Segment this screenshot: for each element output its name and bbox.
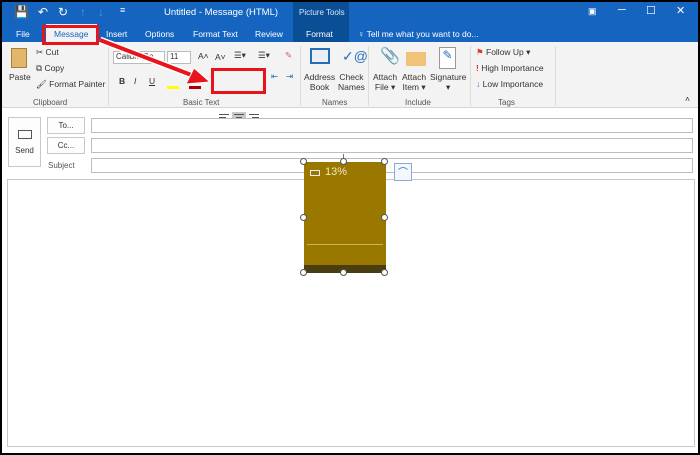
red-arrow-icon [98,36,212,85]
outlook-message-window: Picture Tools 💾 ↶ ↻ ↑ ↓ ≡ Untitled - Mes… [2,2,698,453]
